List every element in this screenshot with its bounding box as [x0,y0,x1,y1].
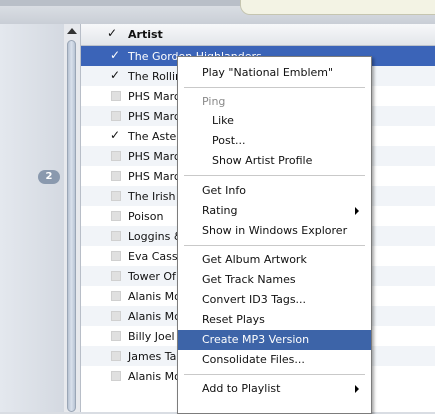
menu-separator [184,245,365,246]
artist-cell: Alanis Mc [128,310,181,323]
artist-cell: Eva Cass [128,250,178,263]
menu-item-post[interactable]: Post... [178,131,371,151]
artist-cell: The Rollin [128,70,182,83]
checkbox[interactable] [111,291,121,301]
checkmark-icon[interactable]: ✓ [110,128,120,142]
artist-cell: PHS Marc [128,110,180,123]
artist-cell: PHS Marc [128,90,180,103]
scroll-up-arrow-icon[interactable] [67,28,77,34]
scroll-thumb[interactable] [67,40,76,412]
column-title: Artist [128,28,163,41]
menu-item-show-artist-profile[interactable]: Show Artist Profile [178,151,371,171]
checkbox[interactable] [111,351,121,361]
header-checkmark-icon: ✓ [107,26,118,40]
menu-separator [184,87,365,88]
checkbox[interactable] [111,91,121,101]
checkbox[interactable] [111,331,121,341]
menu-item-like[interactable]: Like [178,111,371,131]
menu-item-get-track-names[interactable]: Get Track Names [178,270,371,290]
artist-cell: Billy Joel [128,330,175,343]
artist-cell: PHS Marc [128,170,180,183]
checkmark-icon[interactable]: ✓ [110,68,120,82]
artist-cell: Poison [128,210,164,223]
artist-cell: Alanis Mo [128,370,181,383]
menu-item-create-mp3[interactable]: Create MP3 Version [178,330,371,350]
artist-cell: James Ta [128,350,177,363]
submenu-arrow-icon [355,385,359,393]
menu-item-get-album-artwork[interactable]: Get Album Artwork [178,250,371,270]
checkmark-icon[interactable]: ✓ [110,48,120,62]
menu-separator [184,175,365,176]
lcd-display [240,0,435,15]
artist-cell: Tower Of [128,270,176,283]
vertical-scrollbar[interactable] [64,24,81,412]
menu-item-get-info[interactable]: Get Info [178,181,371,201]
checkbox[interactable] [111,111,121,121]
count-badge: 2 [38,170,60,184]
checkbox[interactable] [111,311,121,321]
menu-item-show-in-explorer[interactable]: Show in Windows Explorer [178,221,371,241]
source-list[interactable]: 2 [0,24,65,412]
menu-item-rating[interactable]: Rating [178,201,371,221]
checkbox[interactable] [111,271,121,281]
checkbox[interactable] [111,151,121,161]
menu-item-add-to-playlist[interactable]: Add to Playlist [178,379,371,399]
checkbox[interactable] [111,171,121,181]
menu-item-consolidate-files[interactable]: Consolidate Files... [178,350,371,370]
submenu-arrow-icon [355,207,359,215]
artist-cell: Loggins & [128,230,183,243]
checkbox[interactable] [111,371,121,381]
menu-item-play[interactable]: Play "National Emblem" [178,63,371,83]
menu-item-ping: Ping [202,95,226,108]
menu-item-reset-plays[interactable]: Reset Plays [178,310,371,330]
artist-cell: Alanis Mo [128,290,181,303]
menu-separator [184,374,365,375]
top-toolbar [0,0,435,25]
artist-cell: The Aste [128,130,177,143]
checkbox[interactable] [111,231,121,241]
menu-item-convert-id3[interactable]: Convert ID3 Tags... [178,290,371,310]
checkbox[interactable] [111,191,121,201]
checkbox[interactable] [111,211,121,221]
artist-column-header[interactable]: ✓ Artist [81,24,435,46]
artist-cell: The Irish [128,190,176,203]
checkbox[interactable] [111,251,121,261]
artist-cell: PHS Marc [128,150,180,163]
context-menu: Play "National Emblem" Ping Like Post...… [177,56,372,414]
